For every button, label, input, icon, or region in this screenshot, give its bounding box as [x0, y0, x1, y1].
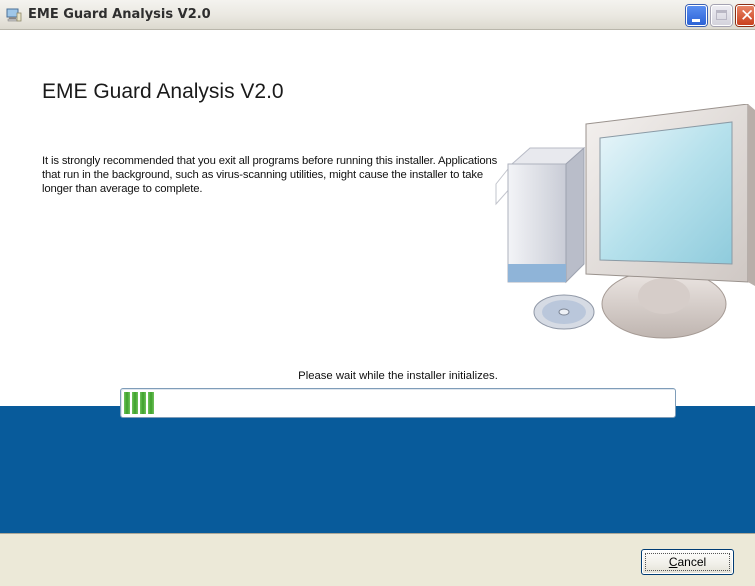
window-title: EME Guard Analysis V2.0: [28, 7, 211, 22]
blue-band: [0, 406, 755, 533]
minimize-button[interactable]: [686, 5, 707, 26]
close-icon: ✕: [740, 6, 755, 26]
recommendation-text: It is strongly recommended that you exit…: [42, 155, 498, 195]
maximize-button[interactable]: [711, 5, 732, 26]
progress-bar-fill: [124, 392, 154, 414]
cancel-button[interactable]: Cancel: [641, 549, 734, 575]
installer-app-icon: [6, 8, 22, 22]
progress-bar: [120, 388, 676, 418]
page-heading: EME Guard Analysis V2.0: [42, 80, 284, 103]
progress-status-text: Please wait while the installer initiali…: [298, 370, 498, 382]
maximize-icon: [716, 10, 727, 20]
minimize-icon: [692, 19, 700, 22]
title-bar[interactable]: EME Guard Analysis V2.0 ✕: [0, 0, 755, 30]
cancel-label-rest: ancel: [677, 555, 707, 569]
close-button[interactable]: ✕: [736, 5, 755, 26]
computer-illustration: [495, 104, 755, 339]
